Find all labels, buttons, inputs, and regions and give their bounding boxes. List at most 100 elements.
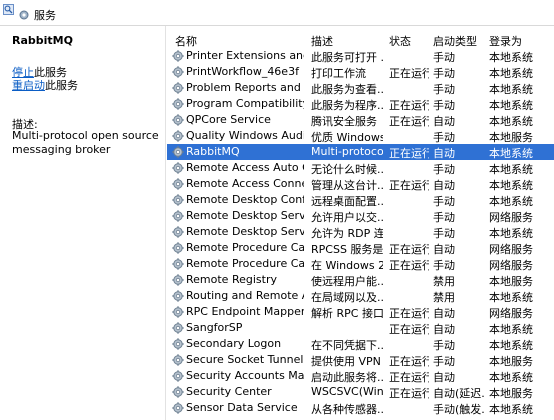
- column-header-name[interactable]: 名称: [175, 33, 197, 49]
- service-status-cell: 正在运行: [389, 179, 429, 192]
- service-status-cell: 正在运行: [389, 323, 429, 336]
- service-name-cell: Remote Desktop Services: [186, 209, 304, 222]
- column-header-status[interactable]: 状态: [389, 33, 411, 49]
- service-description-cell: Multi-protocol ...: [311, 145, 383, 158]
- service-description-cell: 在局域网以及...: [311, 291, 383, 304]
- service-description-cell: WSCSVC(Win...: [311, 385, 383, 398]
- service-description-cell: RPCSS 服务是 ...: [311, 243, 383, 256]
- service-description-cell: 提供使用 VPN ...: [311, 355, 383, 368]
- service-status-cell: 正在运行: [389, 147, 429, 160]
- gear-icon: [172, 306, 184, 318]
- service-row[interactable]: Security Center WSCSVC(Win... 正在运行自动(延迟...…: [167, 384, 554, 400]
- column-header-description[interactable]: 描述: [311, 33, 333, 49]
- gear-icon: [172, 386, 184, 398]
- service-name-cell: Remote Procedure Call (R...: [186, 241, 304, 254]
- selected-service-name: RabbitMQ: [12, 34, 73, 47]
- service-startup-cell: 手动: [433, 163, 455, 176]
- service-description-cell: 优质 Windows ...: [311, 131, 383, 144]
- service-row[interactable]: Remote Access Connectio... 管理从这台计... 正在运行自…: [167, 176, 554, 192]
- service-logon-cell: 本地服务: [489, 131, 533, 144]
- service-status-cell: 正在运行: [389, 371, 429, 384]
- service-name-cell: Security Accounts Manager: [186, 369, 304, 382]
- service-name-cell: SangforSP: [186, 321, 243, 334]
- service-status-cell: 正在运行: [389, 99, 429, 112]
- service-row[interactable]: Remote Desktop Services ... 允许为 RDP 连... 手…: [167, 224, 554, 240]
- service-row[interactable]: RPC Endpoint Mapper 解析 RPC 接口... 正在运行自动 网络服…: [167, 304, 554, 320]
- column-header-startup-type[interactable]: 启动类型: [433, 33, 477, 49]
- service-logon-cell: 本地系统: [489, 227, 533, 240]
- column-header-logon-as[interactable]: 登录为: [489, 33, 522, 49]
- services-list[interactable]: 名称 描述 状态 启动类型 登录为 Printer Extensions and…: [167, 26, 554, 420]
- service-logon-cell: 本地系统: [489, 323, 533, 336]
- service-name-cell: Routing and Remote Access: [186, 289, 304, 302]
- service-name-cell: Secure Socket Tunneling P...: [186, 353, 304, 366]
- service-row[interactable]: Security Accounts Manager 启动此服务将... 正在运行自动…: [167, 368, 554, 384]
- service-logon-cell: 本地系统: [489, 339, 533, 352]
- service-logon-cell: 本地服务: [489, 387, 533, 400]
- service-row[interactable]: Remote Procedure Call (R... RPCSS 服务是 ...…: [167, 240, 554, 256]
- gear-icon: [172, 82, 184, 94]
- service-row[interactable]: Remote Access Auto Conn... 无论什么时候... 手动 本地系…: [167, 160, 554, 176]
- service-startup-cell: 自动: [433, 323, 455, 336]
- service-name-cell: Remote Registry: [186, 273, 277, 286]
- service-logon-cell: 本地系统: [489, 99, 533, 112]
- service-row[interactable]: Printer Extensions and Noti... 此服务可打开 ...…: [167, 48, 554, 64]
- column-header-row: 名称 描述 状态 启动类型 登录为: [167, 26, 554, 48]
- service-name-cell: Printer Extensions and Noti...: [186, 49, 304, 62]
- service-logon-cell: 网络服务: [489, 259, 533, 272]
- service-startup-cell: 手动: [433, 211, 455, 224]
- service-logon-cell: 本地服务: [489, 275, 533, 288]
- service-row[interactable]: Remote Procedure Call (R... 在 Windows 2..…: [167, 256, 554, 272]
- restart-service-link[interactable]: 重启动: [12, 79, 45, 92]
- service-name-cell: RabbitMQ: [186, 145, 240, 158]
- service-row[interactable]: Routing and Remote Access 在局域网以及... 禁用 本地系统: [167, 288, 554, 304]
- service-logon-cell: 本地系统: [489, 179, 533, 192]
- service-description-cell: 此服务可打开 ...: [311, 51, 383, 64]
- service-logon-cell: 本地系统: [489, 403, 533, 416]
- service-row[interactable]: Quality Windows Audio Vi... 优质 Windows ..…: [167, 128, 554, 144]
- service-row[interactable]: Remote Desktop Configur... 远程桌面配置... 手动 本地系…: [167, 192, 554, 208]
- service-logon-cell: 本地系统: [489, 147, 533, 160]
- service-status-cell: 正在运行: [389, 307, 429, 320]
- service-row[interactable]: Remote Registry 使远程用户能... 禁用 本地服务: [167, 272, 554, 288]
- gear-icon: [172, 50, 184, 62]
- service-row[interactable]: PrintWorkflow_46e3f 打印工作流 正在运行 手动 本地系统: [167, 64, 554, 80]
- restart-service-line: 重启动此服务: [12, 77, 78, 93]
- gear-icon: [172, 258, 184, 270]
- service-row[interactable]: Secondary Logon 在不同凭据下... 手动 本地系统: [167, 336, 554, 352]
- service-startup-cell: 手动: [433, 259, 455, 272]
- service-row[interactable]: Secure Socket Tunneling P... 提供使用 VPN ...…: [167, 352, 554, 368]
- service-status-cell: 正在运行: [389, 387, 429, 400]
- service-logon-cell: 网络服务: [489, 307, 533, 320]
- service-startup-cell: 手动(触发...: [433, 403, 485, 416]
- search-icon[interactable]: [3, 4, 14, 15]
- service-status-cell: 正在运行: [389, 243, 429, 256]
- restart-service-suffix: 此服务: [45, 79, 78, 92]
- service-logon-cell: 本地系统: [489, 195, 533, 208]
- tab-services[interactable]: 服务: [34, 7, 56, 23]
- service-row[interactable]: RabbitMQ Multi-protocol ... 正在运行自动 本地系统: [167, 144, 554, 160]
- service-row[interactable]: SangforSP 正在运行 自动 本地系统: [167, 320, 554, 336]
- service-description-cell: 此服务为程序...: [311, 99, 383, 112]
- gear-icon: [172, 178, 184, 190]
- service-row[interactable]: QPCore Service 腾讯安全服务 正在运行 自动 本地系统: [167, 112, 554, 128]
- service-description-cell: 允许为 RDP 连...: [311, 227, 383, 240]
- service-name-cell: Sensor Data Service: [186, 401, 298, 414]
- service-startup-cell: 自动: [433, 115, 455, 128]
- description-text: Multi-protocol open source messaging bro…: [12, 129, 159, 156]
- service-logon-cell: 本地系统: [489, 51, 533, 64]
- services-icon: [19, 10, 29, 20]
- service-startup-cell: 禁用: [433, 291, 455, 304]
- service-description-cell: 腾讯安全服务: [311, 115, 377, 128]
- service-name-cell: Secondary Logon: [186, 337, 282, 350]
- service-name-cell: Remote Access Auto Conn...: [186, 161, 304, 174]
- gear-icon: [172, 130, 184, 142]
- service-row[interactable]: Sensor Data Service 从各种传感器... 手动(触发... 本地系统: [167, 400, 554, 416]
- gear-icon: [172, 146, 184, 158]
- service-row[interactable]: Program Compatibility Assi... 此服务为程序... 正在…: [167, 96, 554, 112]
- service-status-cell: 正在运行: [389, 355, 429, 368]
- gear-icon: [172, 354, 184, 366]
- service-row[interactable]: Problem Reports and Solut... 此服务为查看... 手动 本…: [167, 80, 554, 96]
- service-name-cell: Security Center: [186, 385, 272, 398]
- service-row[interactable]: Remote Desktop Services 允许用户以交... 手动 网络服务: [167, 208, 554, 224]
